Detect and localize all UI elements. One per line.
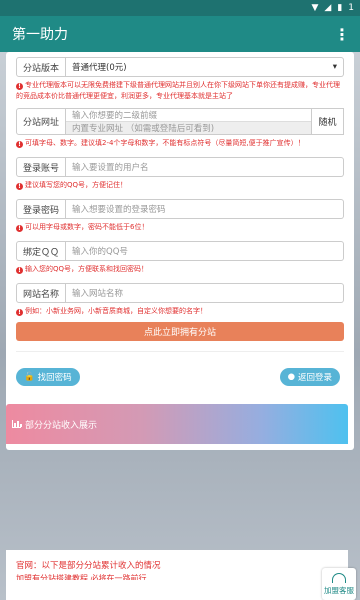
account-input[interactable]: 输入要设置的用户名 bbox=[66, 157, 344, 177]
divider bbox=[16, 351, 344, 352]
url-note: ! 可填字母、数字。建议填2-4个字母和数字，不能有标点符号（尽量简短,便于推广宣… bbox=[16, 138, 344, 149]
alert-icon: ! bbox=[16, 267, 23, 274]
status-bar: ▼ ◢ ▮ 1 bbox=[0, 0, 360, 16]
showcase-title: 部分分站收入展示 bbox=[25, 420, 98, 431]
alert-icon: ! bbox=[16, 141, 23, 148]
wifi-icon: ▼ bbox=[311, 3, 319, 13]
unlock-icon: 🔓 bbox=[24, 372, 35, 382]
back-login-label: 返回登录 bbox=[297, 373, 332, 383]
sitename-note: ! 例如：小新业务网，小新音质商城，自定义你想要的名字！ bbox=[16, 306, 344, 317]
app-bar: 第一助力 ⋮ bbox=[0, 16, 360, 52]
account-note: ! 建议填写您的QQ号，方便记住！ bbox=[16, 180, 344, 191]
qq-note: ! 输入您的QQ号，方便联系和找回密码！ bbox=[16, 264, 344, 275]
bar-chart-icon bbox=[12, 420, 22, 428]
income-showcase-header: 部分分站收入展示 bbox=[6, 404, 348, 444]
qq-label: 绑定ＱＱ bbox=[16, 241, 67, 261]
user-icon: ● bbox=[287, 372, 295, 382]
find-password-button[interactable]: 🔓 找回密码 bbox=[16, 368, 80, 386]
register-form: 分站版本 普通代理(0元) ▾ ! 专业代理版本可以无限免费搭建下级普通代理网站并… bbox=[6, 52, 354, 450]
alert-icon: ! bbox=[16, 225, 23, 232]
url-group: 输入你想要的二级前缀 内置专业网址 （如需或登陆后可看到) 随机 bbox=[66, 108, 344, 135]
version-note: ! 专业代理版本可以无限免费搭建下级普通代理网站并且别人在你下级网站下单你还有提成… bbox=[16, 81, 340, 100]
alert-icon: ! bbox=[16, 83, 23, 90]
dropdown-arrow-icon: ▾ bbox=[332, 62, 337, 72]
status-time: 1 bbox=[348, 3, 354, 13]
page-content: 分站版本 普通代理(0元) ▾ ! 专业代理版本可以无限免费搭建下级普通代理网站并… bbox=[0, 52, 360, 600]
version-label: 分站版本 bbox=[16, 57, 67, 77]
signal-icon: ◢ bbox=[324, 3, 332, 13]
sitename-label: 网站名称 bbox=[16, 283, 67, 303]
alert-icon: ! bbox=[16, 309, 23, 316]
version-value: 普通代理(0元) bbox=[72, 63, 127, 73]
qq-input[interactable]: 输入你的QQ号 bbox=[66, 241, 344, 261]
password-note: ! 可以用字母或数字，密码不能低于6位！ bbox=[16, 222, 344, 233]
back-login-button[interactable]: ● 返回登录 bbox=[279, 368, 340, 386]
headset-icon bbox=[332, 572, 346, 583]
domain-field: 内置专业网址 （如需或登陆后可看到) bbox=[66, 122, 311, 134]
battery-icon: ▮ bbox=[337, 3, 343, 13]
password-label: 登录密码 bbox=[16, 199, 67, 219]
random-button[interactable]: 随机 bbox=[311, 109, 343, 134]
submit-button[interactable]: 点此立即拥有分站 bbox=[16, 322, 344, 341]
footer-line1: 官网：以下是部分分站累计收入的情况 bbox=[16, 561, 161, 571]
more-menu-icon[interactable]: ⋮ bbox=[334, 25, 350, 44]
sitename-input[interactable]: 输入网站名称 bbox=[66, 283, 344, 303]
footer-notice: 官网：以下是部分分站累计收入的情况 加盟有分站搭建教程 必将在一路前行 bbox=[6, 550, 348, 600]
alert-icon: ! bbox=[16, 183, 23, 190]
password-input[interactable]: 输入想要设置的登录密码 bbox=[66, 199, 344, 219]
footer-line2: 加盟有分站搭建教程 必将在一路前行 bbox=[16, 574, 147, 580]
url-label: 分站网址 bbox=[16, 108, 67, 135]
find-password-label: 找回密码 bbox=[37, 373, 72, 383]
customer-service-button[interactable]: 加盟客服 bbox=[322, 568, 356, 600]
account-label: 登录账号 bbox=[16, 157, 67, 177]
app-title: 第一助力 bbox=[12, 27, 68, 43]
url-prefix-input[interactable]: 输入你想要的二级前缀 bbox=[66, 109, 311, 122]
version-select[interactable]: 普通代理(0元) ▾ bbox=[66, 57, 344, 77]
customer-service-label: 加盟客服 bbox=[324, 585, 354, 595]
